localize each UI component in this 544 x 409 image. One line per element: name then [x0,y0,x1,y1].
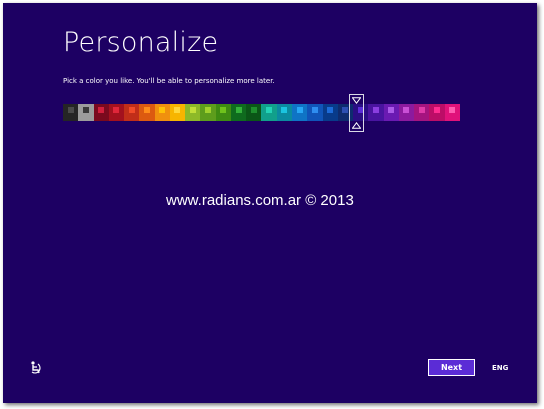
color-swatch[interactable] [108,104,125,121]
color-swatch[interactable] [93,104,109,121]
color-swatch-accent [418,107,425,113]
color-swatch-accent [327,107,334,113]
color-swatch[interactable] [246,104,262,121]
color-swatch-accent [266,107,273,113]
color-swatch[interactable] [78,104,94,121]
color-swatch[interactable] [215,104,231,121]
color-selector-handle[interactable] [349,94,364,132]
color-swatch-accent [82,107,89,113]
color-swatch-accent [281,107,288,113]
color-swatch-accent [128,107,135,113]
color-swatch-accent [449,107,456,113]
color-swatch[interactable] [276,104,292,121]
color-swatch[interactable] [261,104,277,121]
color-swatch[interactable] [230,104,247,121]
color-swatch[interactable] [169,104,186,121]
color-swatch-accent [296,107,303,113]
color-palette[interactable] [63,104,460,121]
color-swatch-accent [342,107,349,113]
page-title: Personalize [63,27,219,58]
color-swatch-accent [235,107,242,113]
color-swatch-accent [372,107,379,113]
color-swatch-accent [113,107,120,113]
triangle-up-icon [352,122,361,129]
ease-of-access-icon[interactable] [29,360,43,374]
color-swatch[interactable] [383,104,399,121]
color-swatch-accent [388,107,395,113]
color-swatch[interactable] [185,104,201,121]
page-subtitle: Pick a color you like. You'll be able to… [63,77,275,85]
color-swatch[interactable] [124,104,140,121]
color-swatch[interactable] [322,104,338,121]
setup-window: Personalize Pick a color you like. You'l… [3,3,537,403]
language-indicator[interactable]: ENG [492,364,508,372]
color-swatch-accent [205,107,212,113]
color-swatch[interactable] [398,104,415,121]
color-swatch-accent [159,107,166,113]
color-swatch[interactable] [414,104,430,121]
color-swatch-accent [189,107,196,113]
color-swatch[interactable] [368,104,384,121]
color-swatch[interactable] [307,104,323,121]
color-swatch-accent [434,107,440,113]
triangle-down-icon [352,97,361,104]
color-swatch-accent [98,107,105,113]
color-swatch-accent [174,107,181,113]
color-swatch-accent [311,107,318,113]
color-swatch[interactable] [154,104,170,121]
color-swatch[interactable] [139,104,155,121]
color-swatch[interactable] [63,104,79,121]
color-swatch-accent [250,107,257,113]
color-swatch-accent [403,107,410,113]
color-swatch-accent [67,107,74,113]
color-swatch[interactable] [291,104,308,121]
next-button[interactable]: Next [428,359,475,376]
watermark: www.radians.com.ar © 2013 [166,192,354,209]
color-swatch[interactable] [444,104,460,121]
color-swatch-accent [143,107,150,113]
color-swatch[interactable] [200,104,216,121]
color-swatch[interactable] [429,104,445,121]
color-swatch-accent [220,107,227,113]
